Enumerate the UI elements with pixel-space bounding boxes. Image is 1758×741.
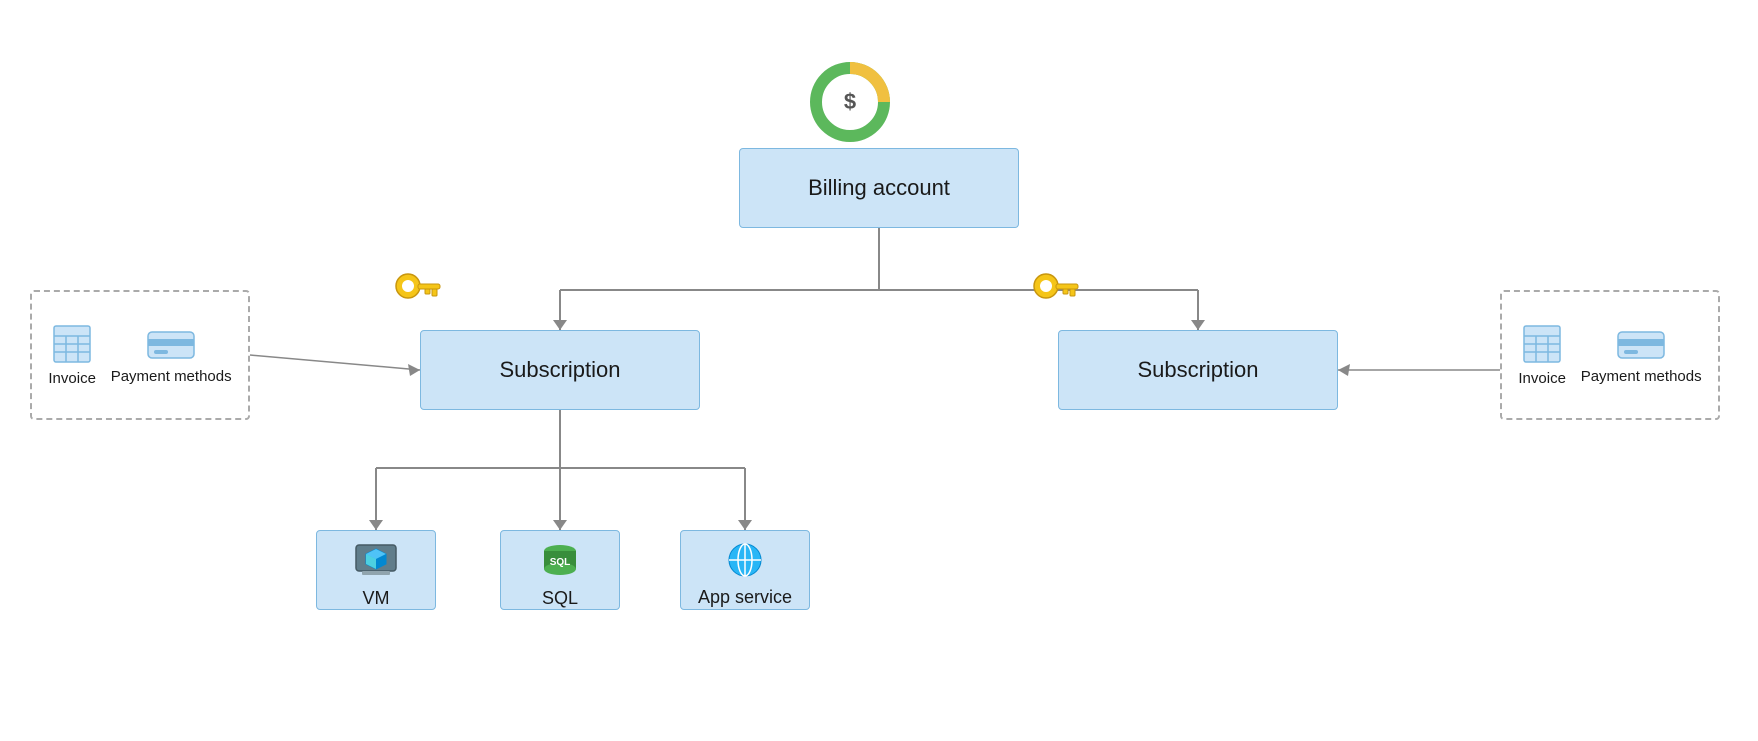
- app-service-label: App service: [698, 587, 792, 609]
- subscription-right-box: Subscription: [1058, 330, 1338, 410]
- invoice-left-item: Invoice: [48, 324, 96, 387]
- invoice-right-item: Invoice: [1518, 324, 1566, 387]
- payment-right-item: Payment methods: [1581, 326, 1702, 385]
- subscription-right-label: Subscription: [1137, 357, 1258, 383]
- payment-left-label: Payment methods: [111, 368, 232, 385]
- invoice-left-icon: [50, 324, 94, 364]
- billing-account-label: Billing account: [808, 175, 950, 201]
- billing-account-box: Billing account: [739, 148, 1019, 228]
- left-billing-options-box: Invoice Payment methods: [30, 290, 250, 420]
- payment-right-icon: [1616, 326, 1666, 362]
- sql-icon: SQL: [538, 543, 582, 584]
- svg-text:SQL: SQL: [550, 557, 571, 568]
- sql-label: SQL: [542, 588, 578, 609]
- vm-icon: [354, 543, 398, 584]
- payment-left-item: Payment methods: [111, 326, 232, 385]
- right-billing-options-box: Invoice Payment methods: [1500, 290, 1720, 420]
- svg-text:$: $: [844, 89, 856, 114]
- payment-left-icon: [146, 326, 196, 362]
- vm-label: VM: [363, 588, 390, 609]
- vm-resource-box: VM: [316, 530, 436, 610]
- key-right-icon: [1028, 264, 1080, 327]
- subscription-left-label: Subscription: [499, 357, 620, 383]
- key-left-icon: [390, 264, 442, 327]
- billing-icon: $: [810, 62, 890, 147]
- diagram-container: $ Billing account Subscription Subsc: [0, 0, 1758, 741]
- invoice-right-icon: [1520, 324, 1564, 364]
- invoice-left-label: Invoice: [48, 370, 96, 387]
- subscription-left-box: Subscription: [420, 330, 700, 410]
- payment-right-label: Payment methods: [1581, 368, 1702, 385]
- sql-resource-box: SQL SQL: [500, 530, 620, 610]
- app-service-icon: [723, 542, 767, 583]
- invoice-right-label: Invoice: [1518, 370, 1566, 387]
- app-service-resource-box: App service: [680, 530, 810, 610]
